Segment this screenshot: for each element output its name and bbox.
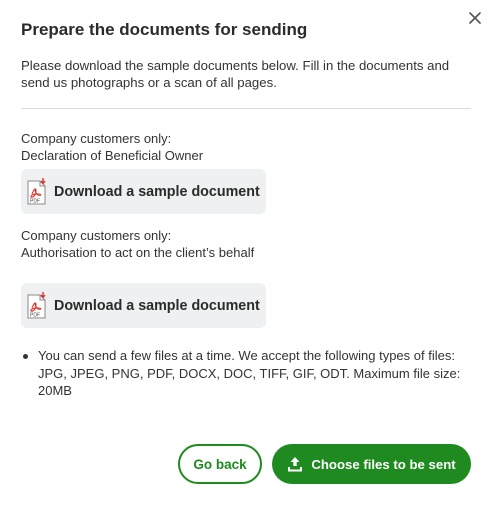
dialog-title: Prepare the documents for sending	[21, 20, 308, 39]
download-sample-button-authorisation[interactable]: PDF Download a sample document	[21, 283, 266, 328]
document-label-line2: Authorisation to act on the client’s beh…	[21, 245, 255, 260]
divider	[21, 108, 471, 109]
bullet-icon	[23, 354, 28, 359]
close-button[interactable]	[466, 9, 484, 27]
info-list: You can send a few files at a time. We a…	[21, 347, 461, 400]
download-sample-label: Download a sample document	[54, 183, 260, 200]
go-back-button[interactable]: Go back	[178, 444, 262, 484]
svg-text:PDF: PDF	[30, 198, 40, 204]
svg-text:PDF: PDF	[30, 312, 40, 318]
pdf-download-icon: PDF	[27, 177, 46, 204]
upload-icon	[288, 457, 303, 472]
list-item: You can send a few files at a time. We a…	[21, 347, 461, 400]
accepted-files-info: You can send a few files at a time. We a…	[38, 348, 461, 398]
prepare-documents-dialog: Prepare the documents for sending Please…	[0, 0, 490, 506]
choose-files-label: Choose files to be sent	[311, 456, 456, 472]
choose-files-button[interactable]: Choose files to be sent	[272, 444, 471, 484]
download-sample-button-beneficial-owner[interactable]: PDF Download a sample document	[21, 169, 266, 214]
go-back-label: Go back	[193, 456, 247, 472]
document-label-authorisation: Company customers only: Authorisation to…	[21, 227, 261, 261]
document-label-line1: Company customers only:	[21, 228, 172, 243]
close-icon	[469, 12, 481, 24]
document-label-beneficial-owner: Company customers only: Declaration of B…	[21, 130, 261, 164]
download-sample-label: Download a sample document	[54, 297, 260, 314]
intro-text: Please download the sample documents bel…	[21, 58, 450, 90]
document-label-line1: Company customers only:	[21, 131, 172, 146]
pdf-download-icon: PDF	[27, 291, 46, 318]
document-label-line2: Declaration of Beneficial Owner	[21, 148, 204, 163]
